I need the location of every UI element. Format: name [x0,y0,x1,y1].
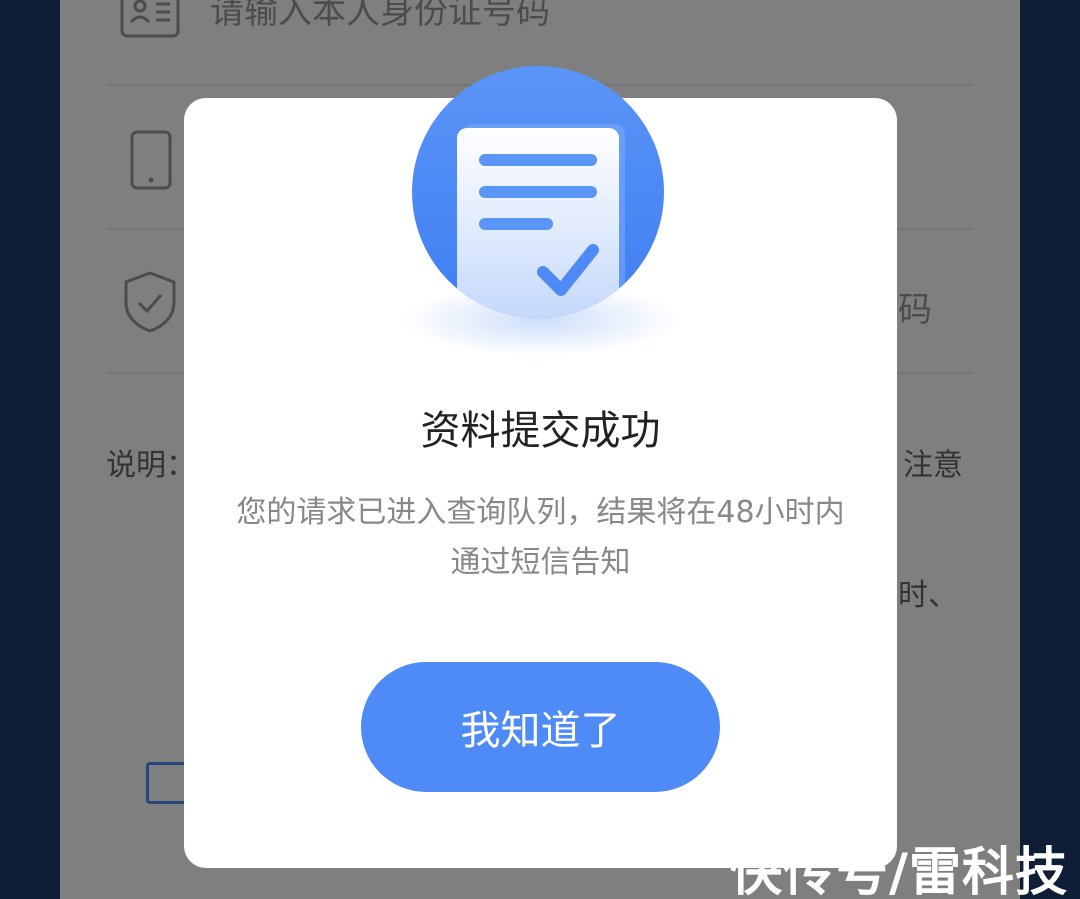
dialog-title: 资料提交成功 [420,408,661,454]
watermark: 快传号/雷科技 [730,843,1068,899]
dialog-description: 您的请求已进入查询队列，结果将在48小时内通过短信告知 [236,495,845,580]
got-it-button[interactable]: 我知道了 [361,662,720,792]
document-check-icon [403,66,679,356]
